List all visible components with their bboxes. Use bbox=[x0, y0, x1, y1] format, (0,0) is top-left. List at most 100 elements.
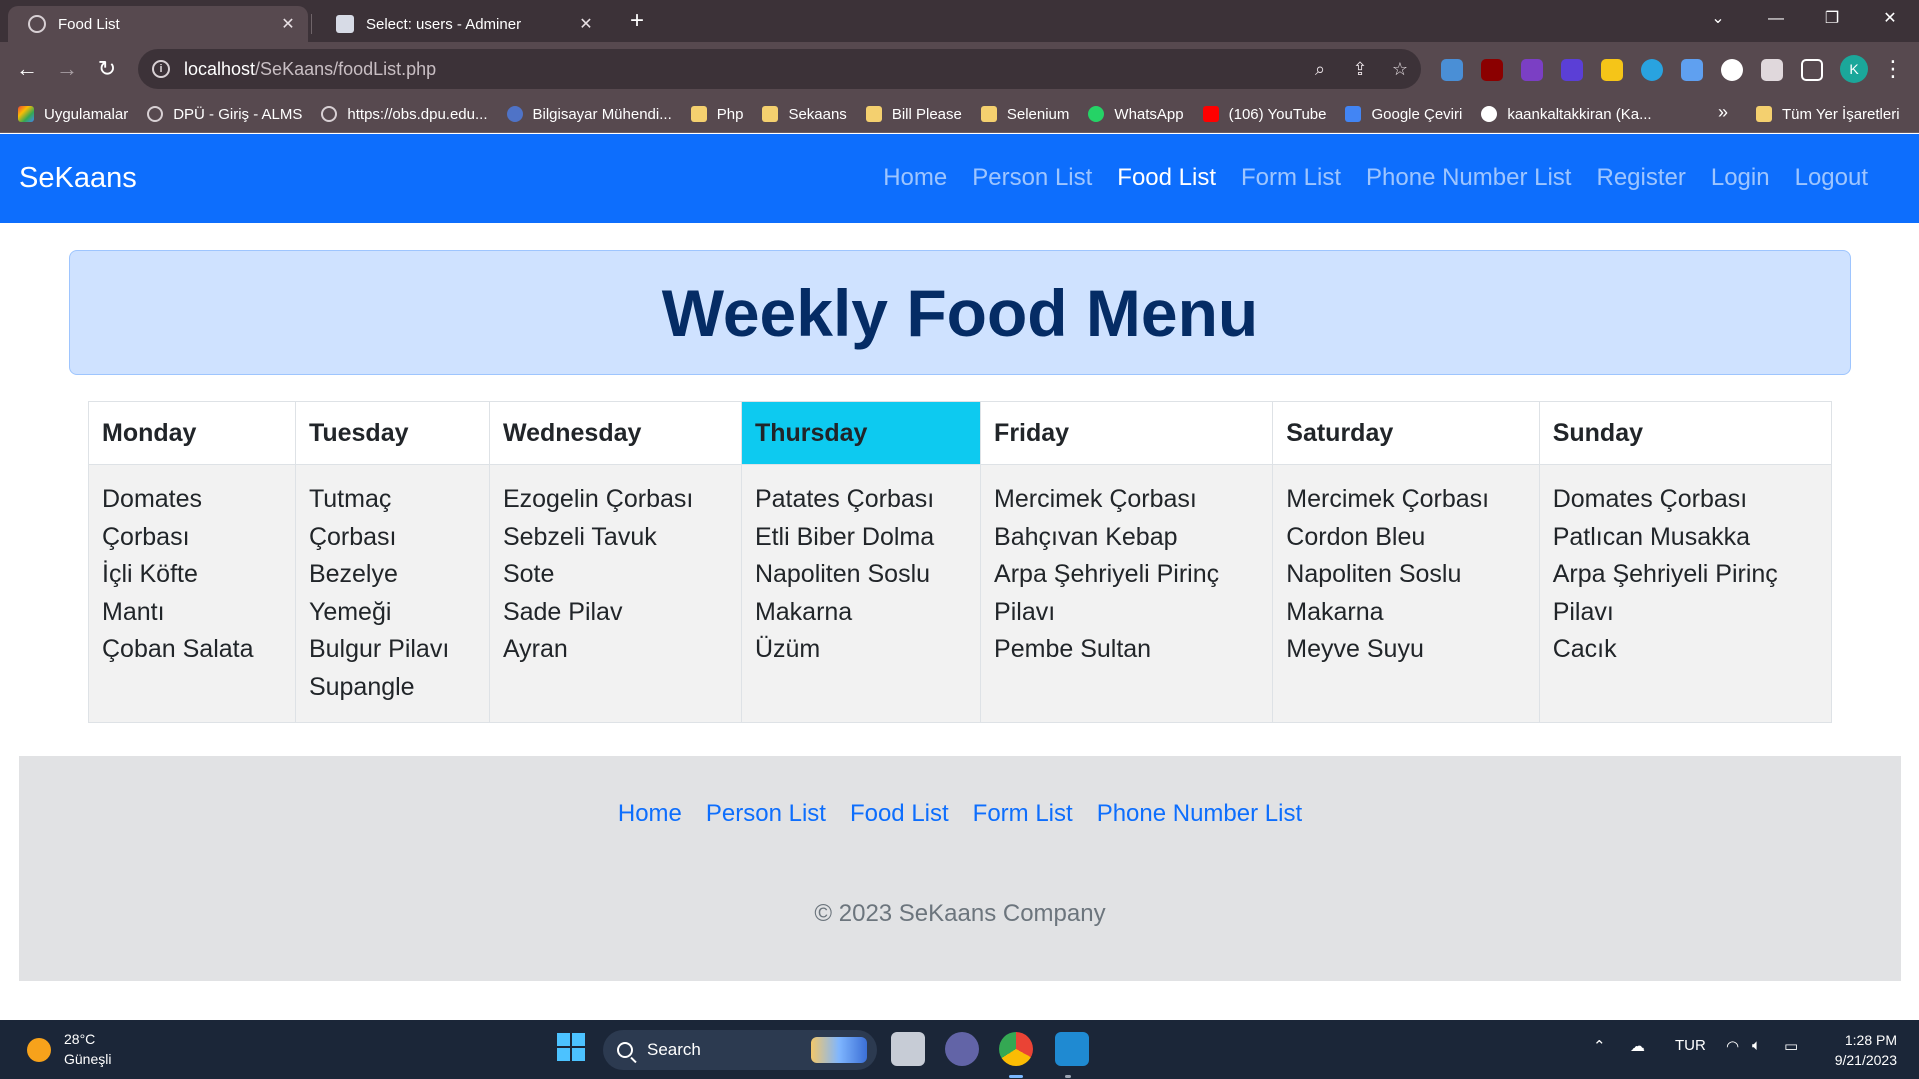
bookmark-star-icon[interactable]: ☆ bbox=[1390, 59, 1410, 79]
extension-ublock-icon[interactable] bbox=[1481, 59, 1503, 81]
vscode-icon[interactable] bbox=[1055, 1032, 1089, 1066]
bookmark-label: Sekaans bbox=[788, 105, 847, 123]
bookmark-label: DPÜ - Giriş - ALMS bbox=[173, 105, 303, 123]
profile-avatar[interactable]: K bbox=[1840, 55, 1868, 83]
chrome-icon[interactable] bbox=[999, 1032, 1033, 1066]
zoom-icon[interactable]: ⌕ bbox=[1310, 59, 1330, 79]
windows-start-icon[interactable] bbox=[554, 1032, 588, 1066]
menu-item: Bulgur Pilavı bbox=[308, 635, 450, 663]
battery-icon[interactable]: ▭ bbox=[1784, 1037, 1798, 1055]
github-icon bbox=[1481, 106, 1498, 122]
extension-doc-icon[interactable] bbox=[1681, 59, 1703, 81]
footer-link-home[interactable]: Home bbox=[618, 800, 682, 828]
site-info-icon[interactable]: i bbox=[152, 60, 170, 78]
day-cell-monday: Domates Çorbası İçli Köfte Mantı Çoban Salat… bbox=[88, 464, 296, 723]
show-hidden-icons-chevron-icon[interactable]: ⌃ bbox=[1593, 1037, 1606, 1055]
menu-kebab-icon[interactable]: ⋮ bbox=[1882, 54, 1904, 84]
volume-icon[interactable]: 🔈︎ bbox=[1752, 1037, 1761, 1054]
bookmark-youtube[interactable]: (106) YouTube bbox=[1202, 106, 1326, 123]
onedrive-cloud-icon[interactable]: ☁ bbox=[1630, 1037, 1645, 1055]
bookmark-obs[interactable]: https://obs.dpu.edu... bbox=[321, 106, 488, 123]
menu-item: Tutmaç bbox=[308, 485, 392, 513]
menu-item: Mantı bbox=[102, 597, 165, 626]
close-icon[interactable]: ✕ bbox=[278, 14, 298, 34]
nav-link-login[interactable]: Login bbox=[1711, 164, 1770, 192]
footer-link-phone-number-list[interactable]: Phone Number List bbox=[1097, 800, 1302, 828]
bookmark-dpu-alms[interactable]: DPÜ - Giriş - ALMS bbox=[147, 106, 302, 123]
bookmark-github[interactable]: kaankaltakkiran (Ka... bbox=[1481, 106, 1652, 123]
close-window-icon[interactable]: ✕ bbox=[1862, 0, 1918, 42]
bookmark-label: Bilgisayar Mühendi... bbox=[532, 105, 672, 123]
new-tab-button[interactable]: + bbox=[622, 6, 652, 36]
nav-link-home[interactable]: Home bbox=[883, 164, 947, 192]
extension-circle-icon[interactable] bbox=[1721, 59, 1743, 81]
back-button[interactable]: ← bbox=[10, 52, 44, 86]
menu-item: Makarna bbox=[1286, 597, 1384, 626]
bookmark-sekaans[interactable]: Sekaans bbox=[762, 105, 847, 123]
extension-cube-icon[interactable] bbox=[1561, 59, 1583, 81]
day-cell-sunday: Domates Çorbası Patlıcan Musakka Arpa Şehr… bbox=[1538, 464, 1833, 723]
bookmark-php[interactable]: Php bbox=[690, 106, 743, 123]
bookmarks-overflow-button[interactable]: » bbox=[1718, 102, 1728, 123]
all-bookmarks[interactable]: Tüm Yer İşaretleri bbox=[1756, 96, 1900, 132]
site-brand[interactable]: SeKaans bbox=[19, 162, 137, 195]
nav-link-register[interactable]: Register bbox=[1596, 164, 1685, 192]
bookmark-whatsapp[interactable]: WhatsApp bbox=[1088, 106, 1184, 123]
share-icon[interactable]: ⇪ bbox=[1350, 59, 1370, 79]
table-row: Domates Çorbası İçli Köfte Mantı Çoban Salat… bbox=[88, 464, 1833, 723]
forward-button[interactable]: → bbox=[50, 52, 84, 86]
taskbar-search[interactable]: Search bbox=[603, 1030, 877, 1070]
hero-banner: Weekly Food Menu bbox=[69, 250, 1851, 375]
nav-link-phone-number-list[interactable]: Phone Number List bbox=[1366, 164, 1571, 192]
tab-food-list[interactable]: Food List ✕ bbox=[8, 6, 308, 42]
menu-item: Napoliten Soslu bbox=[754, 560, 931, 588]
weather-description[interactable]: Güneşli bbox=[64, 1051, 111, 1067]
teams-chat-icon[interactable] bbox=[945, 1032, 979, 1066]
address-bar[interactable]: i localhost/SeKaans/foodList.php ⌕ ⇪ ☆ bbox=[138, 49, 1421, 89]
bookmark-bill-please[interactable]: Bill Please bbox=[865, 105, 962, 123]
extension-brackets-icon[interactable] bbox=[1521, 59, 1543, 81]
footer-link-food-list[interactable]: Food List bbox=[850, 800, 949, 828]
extension-pen-icon[interactable] bbox=[1441, 59, 1463, 81]
nav-link-person-list[interactable]: Person List bbox=[972, 164, 1092, 192]
extension-vpn-icon[interactable] bbox=[1641, 59, 1663, 81]
extensions-puzzle-icon[interactable] bbox=[1761, 59, 1783, 81]
side-panel-icon[interactable] bbox=[1801, 59, 1823, 81]
footer-link-form-list[interactable]: Form List bbox=[973, 800, 1073, 828]
url-path: /SeKaans/foodList.php bbox=[255, 58, 437, 79]
tab-adminer[interactable]: Select: users - Adminer ✕ bbox=[316, 6, 606, 42]
bookmark-label: Bill Please bbox=[891, 105, 962, 123]
all-bookmarks-label: Tüm Yer İşaretleri bbox=[1782, 105, 1900, 123]
globe-icon bbox=[28, 15, 46, 33]
menu-item: Mercimek Çorbası bbox=[1286, 485, 1490, 513]
tab-title: Food List bbox=[58, 15, 120, 33]
system-clock[interactable]: 1:28 PM 9/21/2023 bbox=[1835, 1030, 1897, 1070]
menu-item: Domates bbox=[102, 485, 203, 513]
bookmark-google-ceviri[interactable]: Google Çeviri bbox=[1345, 106, 1462, 123]
tab-search-chevron-icon[interactable]: ⌄ bbox=[1690, 0, 1746, 42]
nav-link-logout[interactable]: Logout bbox=[1795, 164, 1868, 192]
wifi-icon[interactable]: ◠ bbox=[1726, 1037, 1739, 1055]
bookmark-selenium[interactable]: Selenium bbox=[980, 106, 1069, 123]
minimize-icon[interactable]: — bbox=[1748, 0, 1804, 42]
tab-title: Select: users - Adminer bbox=[366, 15, 522, 33]
apps-grid-icon bbox=[18, 106, 34, 122]
day-cell-friday: Mercimek Çorbası Bahçıvan Kebap Arpa Şehri… bbox=[980, 464, 1274, 723]
language-indicator[interactable]: TUR bbox=[1675, 1037, 1706, 1054]
weather-temperature[interactable]: 28°C bbox=[64, 1031, 95, 1047]
bookmark-bilgisayar[interactable]: Bilgisayar Mühendi... bbox=[506, 105, 672, 123]
task-view-icon[interactable] bbox=[891, 1032, 925, 1066]
nav-link-form-list[interactable]: Form List bbox=[1241, 164, 1341, 192]
food-menu-table: Monday Tuesday Wednesday Thursday Friday Satu… bbox=[88, 401, 1833, 723]
close-icon[interactable]: ✕ bbox=[576, 14, 596, 34]
restore-icon[interactable]: ❐ bbox=[1804, 0, 1860, 42]
reload-button[interactable]: ↻ bbox=[90, 52, 124, 86]
table-header-row: Monday Tuesday Wednesday Thursday Friday Satu… bbox=[88, 401, 1833, 465]
bookmark-apps[interactable]: Uygulamalar bbox=[18, 106, 128, 123]
nav-link-food-list[interactable]: Food List bbox=[1117, 164, 1216, 192]
menu-item: Meyve Suyu bbox=[1286, 635, 1424, 663]
weather-sun-icon[interactable] bbox=[27, 1038, 51, 1062]
extension-w-icon[interactable] bbox=[1601, 59, 1623, 81]
menu-item: İçli Köfte bbox=[102, 560, 198, 588]
footer-link-person-list[interactable]: Person List bbox=[706, 800, 826, 828]
